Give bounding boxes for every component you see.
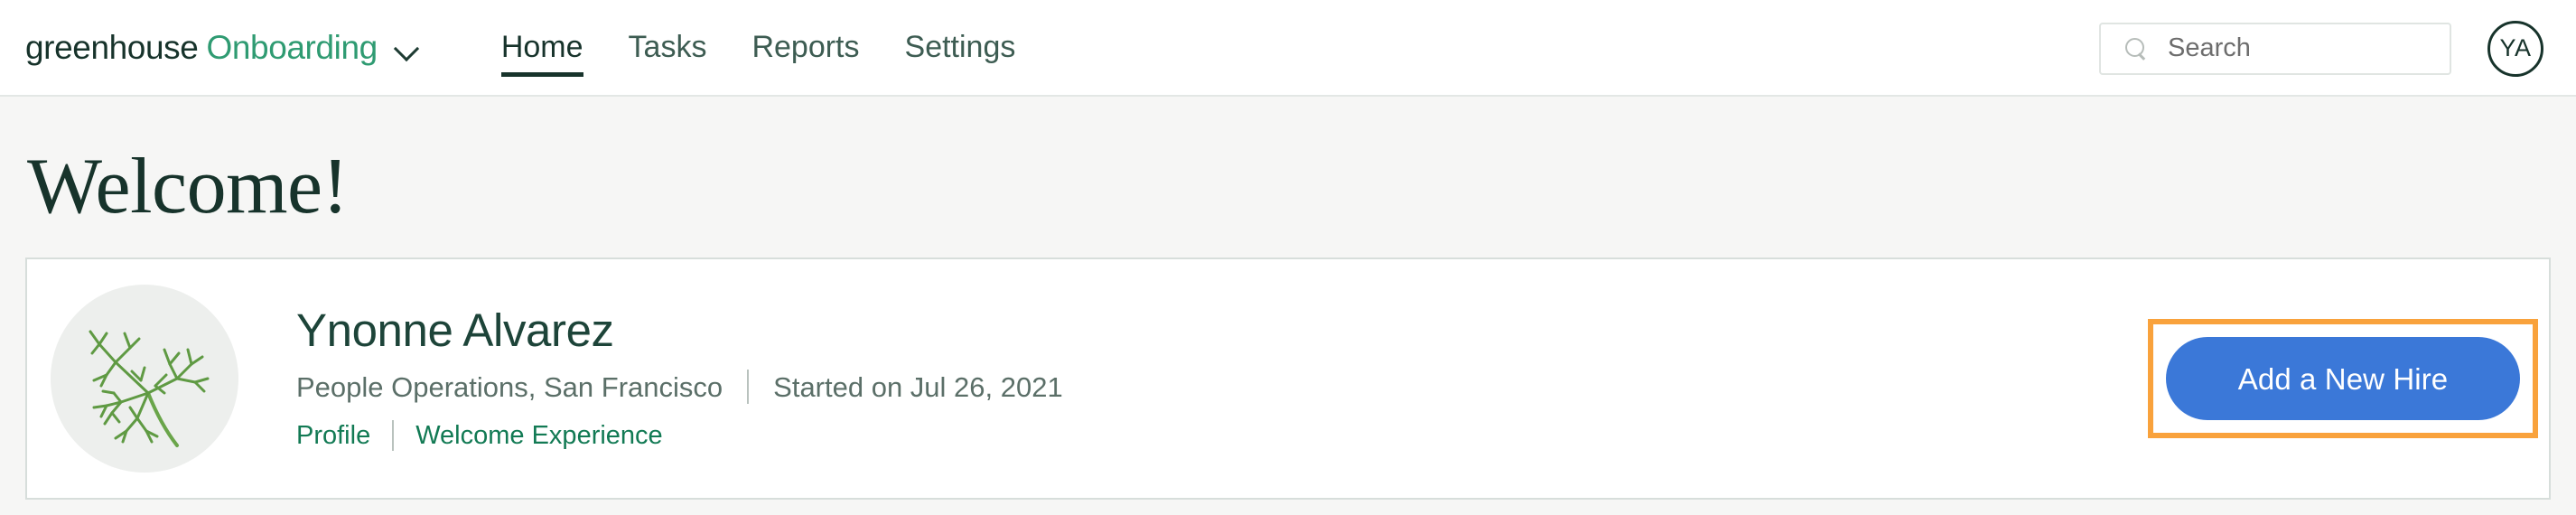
herb-sprig-avatar [51, 285, 238, 473]
hire-department-location: People Operations, San Francisco [296, 373, 723, 401]
chevron-down-icon[interactable] [394, 34, 421, 61]
add-new-hire-highlight: Add a New Hire [2148, 319, 2538, 438]
add-new-hire-button[interactable]: Add a New Hire [2166, 337, 2520, 420]
tab-reports[interactable]: Reports [729, 19, 882, 77]
search-placeholder: Search [2168, 35, 2251, 61]
account-avatar[interactable]: YA [2487, 21, 2543, 77]
tab-tasks[interactable]: Tasks [606, 19, 730, 77]
header-right-cluster: Search YA [2099, 0, 2576, 97]
app-header: greenhouseOnboarding Home Tasks Reports … [0, 0, 2576, 97]
brand-word-primary: greenhouse [25, 29, 198, 66]
tab-settings[interactable]: Settings [882, 19, 1039, 77]
link-welcome-experience[interactable]: Welcome Experience [415, 423, 662, 449]
link-profile[interactable]: Profile [296, 423, 370, 449]
search-icon [2124, 37, 2148, 61]
hire-start-date: Started on Jul 26, 2021 [773, 373, 1063, 401]
meta-divider [747, 370, 749, 404]
brand-logo[interactable]: greenhouseOnboarding [25, 31, 421, 64]
primary-navigation: Home Tasks Reports Settings [479, 19, 1039, 77]
search-input[interactable]: Search [2099, 23, 2451, 75]
tab-home[interactable]: Home [479, 19, 606, 77]
links-divider [392, 420, 394, 451]
page-title: Welcome! [25, 97, 2551, 258]
new-hire-card: Ynonne Alvarez People Operations, San Fr… [25, 258, 2551, 500]
brand-word-secondary: Onboarding [206, 29, 377, 66]
page-body: Welcome! [0, 97, 2576, 500]
brand-wordmark: greenhouseOnboarding [25, 31, 378, 64]
